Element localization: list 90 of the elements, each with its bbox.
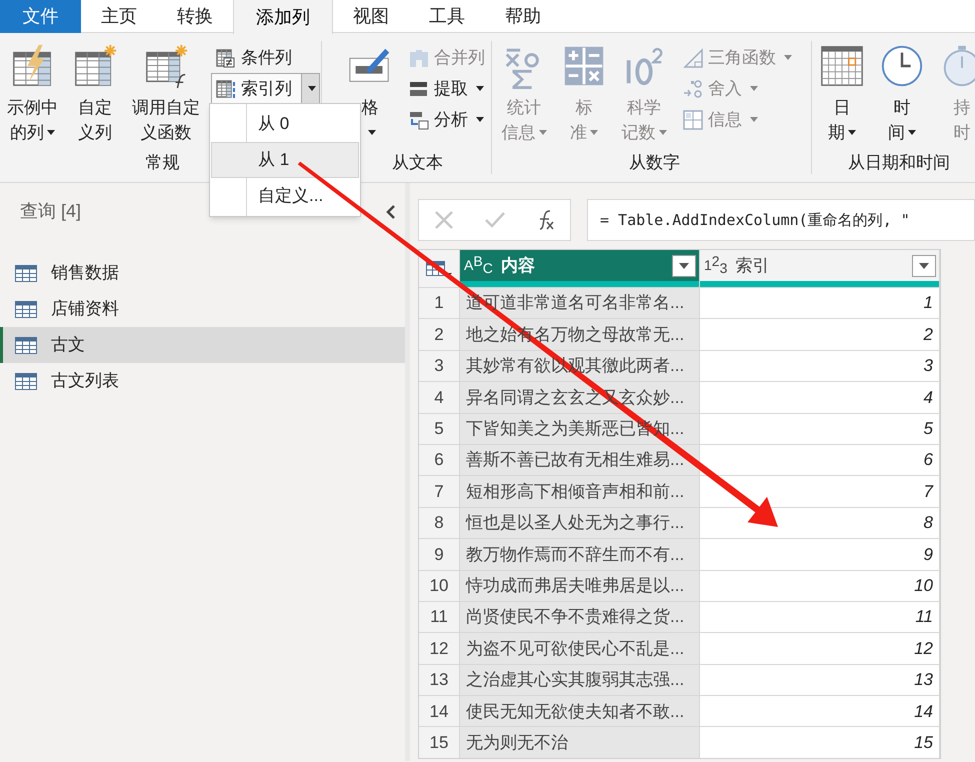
table-cell: 善斯不善已故有无相生难易... — [460, 444, 700, 476]
table-cell: 使民无知无欲使夫知者不敢... — [460, 696, 700, 726]
calendar-icon — [819, 43, 865, 89]
caret-icon — [590, 130, 598, 135]
formula-field[interactable]: = Table.AddIndexColumn(重命名的列, " — [587, 199, 975, 241]
caret-icon — [848, 130, 856, 135]
query-item[interactable]: 店铺资料 — [0, 291, 405, 327]
ribbon-tab[interactable]: 转换 — [157, 0, 233, 33]
caret-icon — [908, 130, 916, 135]
query-item[interactable]: 古文列表 — [0, 363, 405, 399]
merge-columns-icon — [409, 48, 429, 68]
conditional-column-icon — [216, 48, 236, 68]
row-number: 2 — [419, 319, 460, 350]
ribbon-button[interactable]: 索引列 — [211, 73, 320, 104]
type-icon: ABC — [464, 255, 493, 276]
table-cell: 为盗不见可欲使民心不乱是... — [460, 633, 700, 664]
ribbon-button[interactable]: 调用自定 义函数 — [129, 41, 203, 145]
caret-icon — [750, 86, 758, 91]
table-icon — [15, 264, 37, 282]
row-number: 3 — [419, 350, 460, 382]
group-label: 从日期和时间 — [848, 152, 950, 174]
row-number: 1 — [419, 288, 460, 318]
group-label: 从文本 — [392, 152, 443, 174]
clock-icon — [879, 43, 925, 89]
table-icon — [15, 336, 37, 354]
ribbon-button[interactable]: 日 期 — [816, 41, 868, 145]
ribbon-button[interactable]: 示例中 的列 — [4, 41, 61, 145]
query-item[interactable]: 销售数据 — [0, 255, 405, 291]
rounding-icon — [683, 78, 703, 98]
ribbon-button[interactable]: 条件列 — [211, 42, 297, 73]
menu-item[interactable]: 从 1 — [211, 142, 359, 178]
row-number: 9 — [419, 539, 460, 570]
parse-icon — [409, 110, 429, 130]
ribbon-tab[interactable]: 主页 — [81, 0, 157, 33]
ribbon-tab[interactable]: 添加列 — [233, 0, 333, 34]
row-number: 5 — [419, 414, 460, 444]
caret-icon — [476, 86, 484, 91]
group-label: 常规 — [146, 152, 180, 174]
row-number: 8 — [419, 508, 460, 538]
collapse-icon[interactable] — [385, 204, 397, 220]
caret-icon — [308, 86, 316, 91]
menu-item[interactable]: 从 0 — [211, 106, 359, 142]
check-icon[interactable] — [484, 211, 506, 229]
ribbon-tab[interactable]: 工具 — [409, 0, 485, 33]
caret-icon — [476, 117, 484, 122]
filter-dropdown-icon[interactable] — [912, 254, 936, 276]
function-table-icon — [143, 43, 189, 89]
index-column-icon — [216, 78, 236, 98]
ribbon-tab[interactable]: 文件 — [0, 0, 81, 33]
column-header[interactable]: ABC 内容 — [460, 250, 700, 287]
row-number: 12 — [419, 633, 460, 664]
row-number: 11 — [419, 602, 460, 632]
queries-title: 查询 [4] — [20, 200, 82, 223]
table-icon — [15, 372, 37, 390]
column-header[interactable]: 123 索引 — [700, 250, 940, 287]
ribbon-button[interactable]: 分析 — [404, 104, 489, 135]
ribbon-tab[interactable]: 视图 — [333, 0, 409, 33]
row-number: 10 — [419, 570, 460, 601]
table-cell: 短相形高下相倾音声相和前... — [460, 476, 700, 507]
caret-icon — [784, 55, 792, 60]
caret-icon — [750, 117, 758, 122]
ribbon-button[interactable]: 自定 义列 — [69, 41, 121, 145]
ribbon-tab[interactable]: 帮助 — [485, 0, 561, 33]
filter-dropdown-icon[interactable] — [672, 254, 696, 276]
caret-icon — [368, 130, 376, 135]
table-cell: 教万物作焉而不辞生而不有... — [460, 539, 700, 570]
information-grid-icon — [683, 110, 703, 130]
table-icon — [15, 300, 37, 318]
table-cell: 之治虚其心实其腹弱其志强... — [460, 664, 700, 696]
table-cell: 尚贤使民不争不贵难得之货... — [460, 602, 700, 632]
row-number: 15 — [419, 727, 460, 758]
ribbon-button[interactable]: 时 间 — [876, 41, 928, 145]
menu-item[interactable]: 自定义... — [211, 178, 359, 214]
ribbon-button[interactable]: 提取 — [404, 73, 489, 104]
query-item[interactable]: 古文 — [0, 327, 405, 363]
type-icon: 123 — [704, 255, 728, 276]
table-cell: 恃功成而弗居夫唯弗居是以... — [460, 570, 700, 601]
row-number: 4 — [419, 382, 460, 413]
table-cell: 恒也是以圣人处无为之事行... — [460, 508, 700, 538]
caret-icon — [47, 130, 55, 135]
caret-icon — [538, 130, 546, 135]
row-number: 6 — [419, 444, 460, 476]
row-number: 13 — [419, 664, 460, 696]
row-number: 7 — [419, 476, 460, 507]
triangle-icon — [683, 48, 703, 68]
row-number: 14 — [419, 696, 460, 726]
group-label: 从数字 — [629, 152, 680, 174]
caret-icon — [658, 130, 666, 135]
table-cell: 无为则无不治 — [460, 727, 700, 758]
new-column-icon — [72, 43, 118, 89]
